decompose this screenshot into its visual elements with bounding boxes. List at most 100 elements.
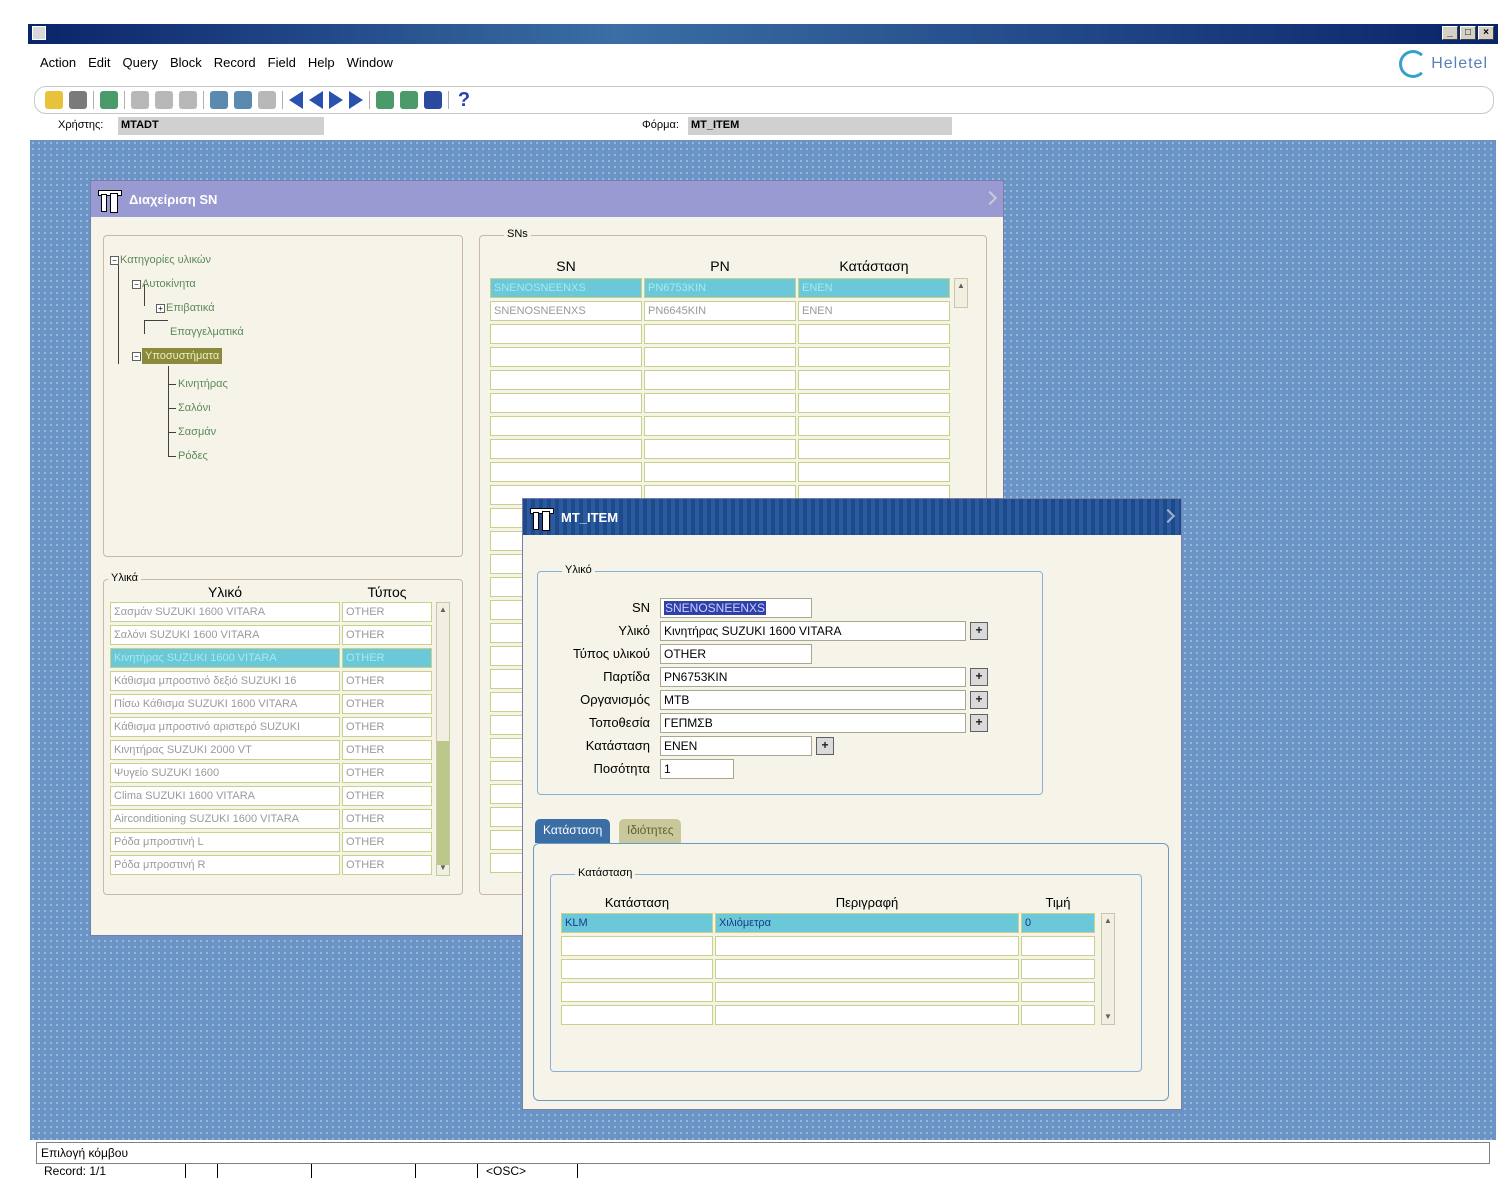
sn-empty-cell[interactable] [490,439,642,459]
collapse-icon[interactable]: − [132,279,141,289]
status-empty-cell[interactable] [1021,1005,1095,1025]
scroll-up-icon[interactable]: ▲ [437,604,449,616]
mt-item-title-bar[interactable]: MT_ITEM [523,499,1181,535]
item-type-cell[interactable]: OTHER [342,625,432,645]
sn-empty-cell[interactable] [644,416,796,436]
tree-node-gearbox[interactable]: Σασμάν [178,426,216,438]
item-name-cell[interactable]: Ψυγείο SUZUKI 1600 [110,763,340,783]
help-icon[interactable]: ? [455,90,473,110]
status-empty-cell[interactable] [1021,936,1095,956]
item-type-cell[interactable]: OTHER [342,763,432,783]
status-lov-button[interactable]: + [816,737,834,755]
org-field[interactable]: MTB [660,690,966,710]
value-cell[interactable]: 0 [1021,913,1095,933]
tree-node-wheels[interactable]: Ρόδες [178,450,208,462]
menu-query[interactable]: Query [117,52,164,74]
sn-empty-cell[interactable] [644,393,796,413]
item-type-cell[interactable]: OTHER [342,809,432,829]
status-empty-cell[interactable] [1021,959,1095,979]
item-name-cell[interactable]: Σαλόνι SUZUKI 1600 VITARA [110,625,340,645]
sn-empty-cell[interactable] [490,370,642,390]
status-field[interactable]: ENEN [660,736,812,756]
execute-query-icon[interactable] [400,91,418,109]
sn-empty-cell[interactable] [798,462,950,482]
menu-help[interactable]: Help [302,52,341,74]
sn-cell[interactable]: SNENOSNEENXS [490,301,642,321]
status-scrollbar[interactable]: ▲ ▼ [1101,913,1115,1025]
tree-node-subsystems[interactable]: − Υποσυστήματα [132,348,223,364]
item-name-cell[interactable]: Κάθισμα μπροστινό αριστερό SUZUKI [110,717,340,737]
scroll-down-icon[interactable]: ▼ [1102,1011,1114,1023]
menu-window[interactable]: Window [341,52,399,74]
status-code-cell[interactable]: KLM [561,913,713,933]
sn-empty-cell[interactable] [798,370,950,390]
tree-node-passenger[interactable]: + Επιβατικά [156,302,215,314]
item-name-cell[interactable]: Ρόδα μπροστινή R [110,855,340,875]
cancel-query-icon[interactable] [424,91,442,109]
item-name-cell[interactable]: Κινητήρας SUZUKI 2000 VT [110,740,340,760]
status-empty-cell[interactable] [715,1005,1019,1025]
tab-status[interactable]: Κατάσταση [535,819,611,843]
item-name-cell[interactable]: Airconditioning SUZUKI 1600 VITARA [110,809,340,829]
tree-node-cars[interactable]: − Αυτοκίνητα [132,278,196,290]
status-empty-cell[interactable] [561,1005,713,1025]
status-empty-cell[interactable] [561,982,713,1002]
status-empty-cell[interactable] [715,936,1019,956]
sn-empty-cell[interactable] [798,393,950,413]
duplicate-record-icon[interactable] [258,91,276,109]
sn-empty-cell[interactable] [798,416,950,436]
enter-query-icon[interactable] [376,91,394,109]
close-button[interactable]: × [1478,26,1494,40]
item-name-cell[interactable]: Σασμάν SUZUKI 1600 VITARA [110,602,340,622]
sn-cell[interactable]: SNENOSNEENXS [490,278,642,298]
item-name-cell[interactable]: Ρόδα μπροστινή L [110,832,340,852]
sn-empty-cell[interactable] [490,324,642,344]
item-type-cell[interactable]: OTHER [342,740,432,760]
previous-record-icon[interactable] [309,91,323,109]
item-field[interactable]: Κινητήρας SUZUKI 1600 VITARA [660,621,966,641]
sn-empty-cell[interactable] [490,416,642,436]
menu-edit[interactable]: Edit [82,52,116,74]
item-name-cell[interactable]: Clima SUZUKI 1600 VITARA [110,786,340,806]
expand-icon[interactable]: + [156,303,165,313]
sn-empty-cell[interactable] [798,324,950,344]
item-type-cell[interactable]: OTHER [342,855,432,875]
sn-empty-cell[interactable] [798,439,950,459]
save-icon[interactable] [45,91,63,109]
batch-field[interactable]: PN6753KIN [660,667,966,687]
status-cell[interactable]: ENEN [798,278,950,298]
sn-field[interactable]: SNENOSNEENXS [660,598,812,618]
insert-record-icon[interactable] [210,91,228,109]
sn-empty-cell[interactable] [798,347,950,367]
status-empty-cell[interactable] [561,959,713,979]
print-icon[interactable] [69,91,87,109]
item-type-cell[interactable]: OTHER [342,648,432,668]
item-type-cell[interactable]: OTHER [342,671,432,691]
sn-empty-cell[interactable] [490,393,642,413]
sn-scrollbar[interactable]: ▲ [954,278,968,308]
location-lov-button[interactable]: + [970,714,988,732]
status-empty-cell[interactable] [1021,982,1095,1002]
last-record-icon[interactable] [349,91,363,109]
resize-icon[interactable] [1160,508,1176,524]
sn-empty-cell[interactable] [644,439,796,459]
paste-icon[interactable] [179,91,197,109]
item-type-cell[interactable]: OTHER [342,694,432,714]
scroll-up-icon[interactable]: ▲ [1102,915,1114,927]
tree-node-engine[interactable]: Κινητήρας [178,378,228,390]
status-empty-cell[interactable] [715,959,1019,979]
collapse-icon[interactable]: − [132,351,141,361]
type-field[interactable]: OTHER [660,644,812,664]
tab-properties[interactable]: Ιδιότητες [619,819,682,843]
items-scrollbar[interactable]: ▲ ▼ [436,602,450,876]
status-empty-cell[interactable] [561,936,713,956]
copy-icon[interactable] [155,91,173,109]
item-type-cell[interactable]: OTHER [342,717,432,737]
item-type-cell[interactable]: OTHER [342,786,432,806]
batch-lov-button[interactable]: + [970,668,988,686]
status-empty-cell[interactable] [715,982,1019,1002]
item-type-cell[interactable]: OTHER [342,832,432,852]
sn-empty-cell[interactable] [644,462,796,482]
pn-cell[interactable]: PN6645KIN [644,301,796,321]
delete-record-icon[interactable] [234,91,252,109]
